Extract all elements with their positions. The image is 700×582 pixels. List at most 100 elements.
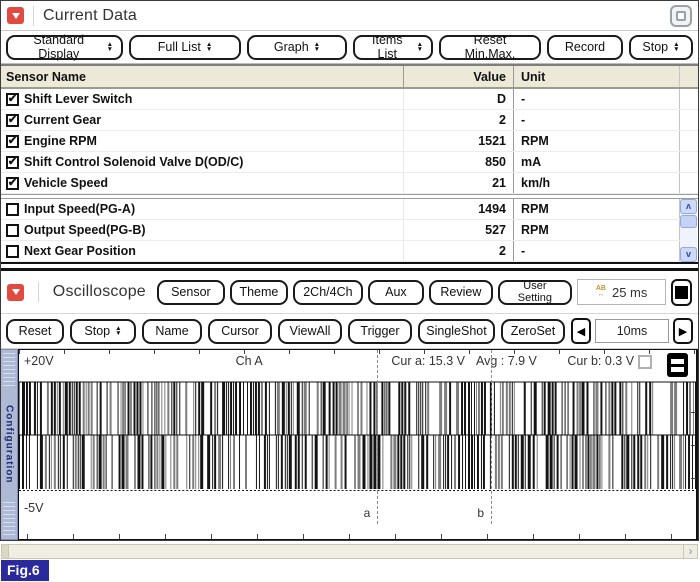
- configuration-tab[interactable]: Configuration: [1, 349, 18, 540]
- figure-label: Fig.6: [1, 560, 49, 581]
- table-header: Sensor Name Value Unit: [1, 66, 698, 89]
- bar-icon: [671, 358, 684, 364]
- check-mark: ✔: [7, 156, 18, 168]
- row-checkbox[interactable]: [6, 244, 19, 258]
- cursor-a-line[interactable]: [377, 350, 379, 524]
- divider: [33, 5, 34, 26]
- right-ticks: [691, 412, 696, 492]
- filled-square-icon: [675, 285, 689, 299]
- scope-stop-button[interactable]: Stop ▲ ▼: [70, 318, 136, 344]
- aux-button[interactable]: Aux: [367, 279, 424, 305]
- button-label: Sensor: [171, 285, 211, 299]
- cursor-button[interactable]: Cursor: [208, 318, 272, 344]
- reset-button[interactable]: Reset: [6, 318, 64, 344]
- table-row[interactable]: ✔ Shift Lever Switch D -: [1, 89, 698, 110]
- scope-window-button[interactable]: [671, 278, 692, 306]
- button-label: Name: [155, 324, 189, 338]
- scroll-thumb[interactable]: [680, 215, 697, 228]
- check-mark: ✔: [7, 93, 18, 105]
- scroll-down-button[interactable]: ᴠ: [680, 247, 697, 262]
- check-mark: ✔: [7, 135, 18, 147]
- check-mark: ✔: [7, 177, 18, 189]
- spinner-icon: ▲ ▼: [313, 41, 321, 53]
- theme-button[interactable]: Theme: [229, 279, 288, 305]
- table-row[interactable]: Input Speed(PG-A) 1494 RPM: [1, 199, 698, 220]
- timebase-control: ◀ 10ms ▶: [571, 318, 693, 344]
- current-data-toolbar: Standard Display ▲ ▼ Full List ▲ ▼ Graph ▲ ▼ I…: [1, 31, 698, 64]
- right-triangle-icon: ▶: [678, 325, 688, 338]
- cursor-b-readout: Cur b: 0.3 V: [567, 354, 635, 368]
- timebase-increase-button[interactable]: ▶: [673, 318, 693, 344]
- row-checkbox[interactable]: ✔: [6, 134, 19, 148]
- user-setting-button[interactable]: User Setting: [497, 279, 572, 305]
- scroll-right-arrow[interactable]: ›: [683, 545, 697, 558]
- spinner-icon: ▲ ▼: [673, 41, 680, 53]
- cursor-b-line[interactable]: [490, 350, 492, 524]
- timebase-decrease-button[interactable]: ◀: [571, 318, 591, 344]
- left-triangle-icon: ◀: [576, 325, 586, 338]
- sensor-unit: -: [513, 110, 679, 130]
- sensor-name-cell: Next Gear Position: [1, 241, 403, 261]
- singleshot-button[interactable]: SingleShot: [418, 318, 495, 344]
- sensor-name: Shift Lever Switch: [24, 92, 133, 106]
- table-vertical-scrollbar[interactable]: ᴧ ᴠ: [680, 199, 697, 262]
- items-list-button[interactable]: Items List ▲ ▼: [353, 33, 433, 61]
- scroll-track[interactable]: [680, 228, 697, 247]
- full-list-button[interactable]: Full List ▲ ▼: [129, 34, 241, 60]
- restore-window-button[interactable]: [670, 4, 692, 27]
- table-row[interactable]: Next Gear Position 2 -: [1, 241, 698, 262]
- row-checkbox[interactable]: ✔: [6, 155, 19, 169]
- split-view-icon[interactable]: [667, 353, 688, 377]
- graph-button[interactable]: Graph ▲ ▼: [247, 34, 347, 60]
- row-checkbox[interactable]: [6, 202, 19, 216]
- button-label: Record: [564, 40, 606, 54]
- page: Current Data Standard Display ▲ ▼ Full Lis…: [0, 0, 700, 582]
- sensor-table: Sensor Name Value Unit ✔ Shift Lever Swit…: [1, 64, 698, 262]
- panel-dropdown-icon[interactable]: [7, 7, 24, 24]
- table-row[interactable]: Output Speed(PG-B) 527 RPM: [1, 220, 698, 241]
- sensor-button[interactable]: Sensor: [156, 279, 225, 305]
- row-checkbox[interactable]: ✔: [6, 176, 19, 190]
- channel-label: Ch A: [235, 354, 263, 368]
- table-row[interactable]: ✔ Vehicle Speed 21 km/h: [1, 173, 698, 194]
- button-label: Full List: [157, 40, 201, 54]
- restore-icon: [676, 10, 686, 21]
- sensor-value: 1494: [403, 199, 513, 219]
- name-button[interactable]: Name: [142, 318, 202, 344]
- button-label: Standard Display: [33, 33, 85, 61]
- button-label: Aux: [385, 285, 407, 299]
- table-row[interactable]: ✔ Shift Control Solenoid Valve D(OD/C) 85…: [1, 152, 698, 173]
- scrollbar-left-cap[interactable]: [2, 545, 9, 558]
- sensor-name-cell: ✔ Current Gear: [1, 110, 403, 130]
- row-checkbox[interactable]: ✔: [6, 92, 19, 106]
- scope-area: Configuration +20V Ch A Cur a: 15.3 V Av…: [1, 349, 698, 540]
- button-label: Theme: [239, 285, 279, 299]
- viewall-button[interactable]: ViewAll: [278, 318, 342, 344]
- table-row[interactable]: ✔ Current Gear 2 -: [1, 110, 698, 131]
- reset-min-max-button[interactable]: Reset Min.Max.: [439, 33, 541, 61]
- row-checkbox[interactable]: [6, 223, 19, 237]
- record-button[interactable]: Record: [547, 34, 623, 60]
- horizontal-scrollbar[interactable]: ›: [1, 544, 698, 559]
- scope-checkbox[interactable]: [638, 355, 652, 369]
- 2ch-4ch-button[interactable]: 2Ch/4Ch: [292, 279, 363, 305]
- panel-dropdown-icon[interactable]: [7, 283, 24, 301]
- scroll-up-button[interactable]: ᴧ: [680, 199, 697, 214]
- button-label: Reset: [18, 324, 52, 338]
- button-label: ViewAll: [289, 324, 331, 338]
- trigger-button[interactable]: Trigger: [348, 318, 412, 344]
- table-row[interactable]: ✔ Engine RPM 1521 RPM: [1, 131, 698, 152]
- bar-icon: [671, 366, 684, 372]
- review-button[interactable]: Review: [428, 279, 493, 305]
- standard-display-button[interactable]: Standard Display ▲ ▼: [6, 33, 123, 61]
- scroll-col: [679, 152, 698, 172]
- sensor-name-cell: Input Speed(PG-A): [1, 199, 403, 219]
- sensor-name-cell: ✔ Shift Control Solenoid Valve D(OD/C): [1, 152, 403, 172]
- zeroset-button[interactable]: ZeroSet: [501, 318, 565, 344]
- sensor-name-cell: ✔ Engine RPM: [1, 131, 403, 151]
- sensor-value: 2: [403, 241, 513, 261]
- stop-button[interactable]: Stop ▲ ▼: [629, 34, 693, 60]
- row-checkbox[interactable]: ✔: [6, 113, 19, 127]
- cursor-a-readout: Cur a: 15.3 V: [391, 354, 465, 368]
- sample-rate-display: AB ↔ 25 ms: [576, 279, 667, 305]
